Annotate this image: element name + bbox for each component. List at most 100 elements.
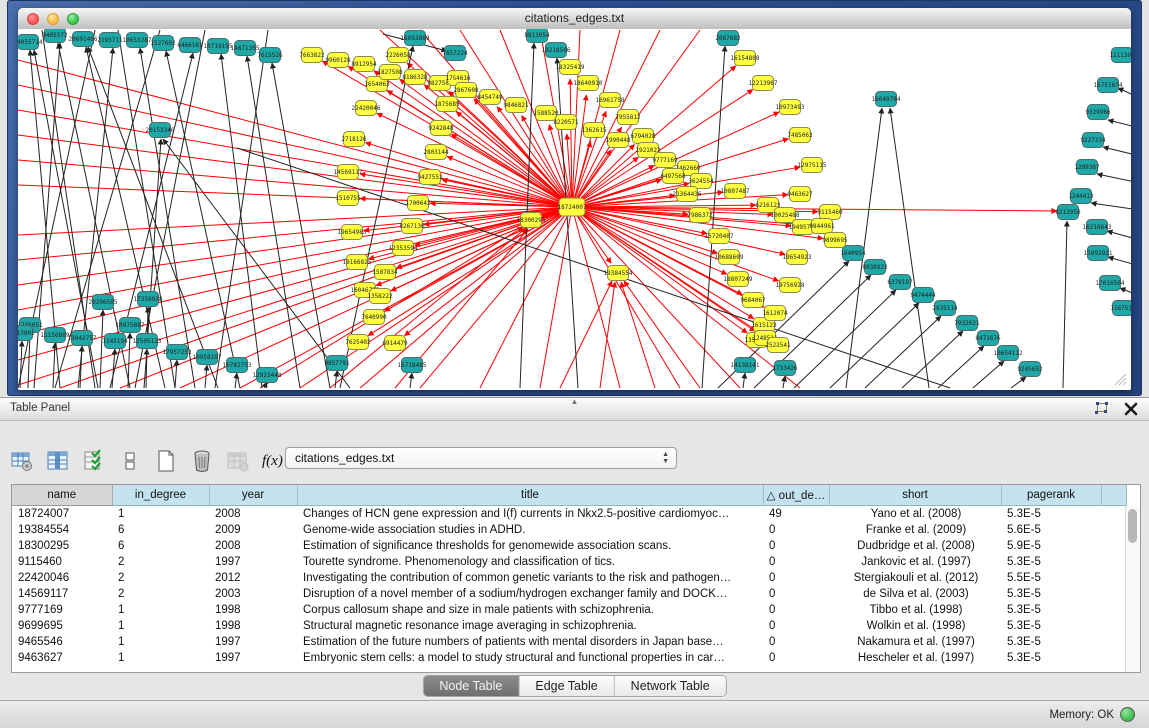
graph-node[interactable]: 8471676 — [975, 331, 1001, 346]
table-row[interactable]: 969969511998Structural magnetic resonanc… — [12, 618, 1127, 634]
column-header[interactable]: short — [829, 485, 1001, 506]
graph-node[interactable]: 18724007 — [558, 198, 587, 216]
graph-node[interactable]: 7615526 — [257, 48, 283, 63]
column-header[interactable]: in_degree — [112, 485, 209, 506]
graph-node[interactable]: 10688609 — [715, 250, 744, 265]
graph-node[interactable]: 8938923 — [862, 260, 888, 275]
graph-node[interactable]: 9474444 — [910, 288, 936, 303]
graph-node[interactable]: 16154808 — [731, 51, 760, 66]
graph-node[interactable]: 7932621 — [954, 316, 980, 331]
rows-icon[interactable] — [116, 447, 144, 475]
graph-node[interactable]: 2935114 — [932, 301, 958, 316]
graph-node[interactable]: 15718485 — [398, 358, 427, 373]
graph-node[interactable]: 16648784 — [872, 92, 901, 107]
graph-node[interactable]: 3913901 — [18, 326, 35, 341]
table-panel-header[interactable]: ▲ Table Panel — [0, 398, 1149, 421]
graph-node[interactable]: 12975115 — [798, 158, 827, 173]
graph-node[interactable]: 1612074 — [762, 306, 788, 321]
graph-node[interactable]: 12505123 — [133, 334, 162, 349]
graph-node[interactable]: 9242848 — [428, 121, 454, 136]
graph-node[interactable]: 18325419 — [556, 60, 585, 75]
graph-node[interactable]: 9960128 — [325, 53, 351, 68]
table-row[interactable]: 977716911998Corpus callosum shape and si… — [12, 602, 1127, 618]
graph-node[interactable]: 8813054 — [524, 29, 550, 43]
select-columns-icon[interactable] — [44, 447, 72, 475]
graph-node[interactable]: 7625402 — [345, 335, 371, 350]
graph-node[interactable]: 20153346 — [146, 123, 175, 138]
graph-node[interactable]: 1587834 — [372, 265, 398, 280]
table-row[interactable]: 911546021997Tourette syndrome. Phenomeno… — [12, 554, 1127, 570]
graph-node[interactable]: 15720407 — [705, 229, 734, 244]
column-header[interactable]: title — [297, 485, 763, 506]
graph-node[interactable]: 13942757 — [68, 331, 97, 346]
table-row[interactable]: 946554611997Estimation of the future num… — [12, 634, 1127, 650]
graph-node[interactable]: 9227334 — [1080, 133, 1106, 148]
column-header[interactable]: year — [209, 485, 297, 506]
network-canvas[interactable]: 1872400714055714940557220691406219371110… — [18, 29, 1131, 390]
graph-node[interactable]: 2803144 — [423, 145, 449, 160]
column-header[interactable]: △ out_de… — [763, 485, 829, 506]
table-selector-dropdown[interactable]: citations_edges.txt ▲▼ — [285, 447, 677, 469]
graph-node[interactable]: 6497568 — [660, 169, 686, 184]
graph-node[interactable]: 1244413 — [1068, 189, 1094, 204]
graph-node[interactable]: 6379197 — [887, 275, 913, 290]
graph-node[interactable]: 9405572 — [42, 29, 68, 43]
graph-node[interactable]: 1510755 — [335, 191, 361, 206]
graph-node[interactable]: 14055714 — [18, 35, 43, 50]
graph-node[interactable]: 17957253 — [163, 345, 192, 360]
graph-node[interactable]: 16210643 — [1083, 220, 1112, 235]
graph-node[interactable]: 14138141 — [731, 358, 760, 373]
graph-node[interactable]: 19756928 — [776, 278, 805, 293]
graph-node[interactable]: 1700642 — [405, 196, 431, 211]
graph-node[interactable]: 21364436 — [673, 187, 702, 202]
graph-node[interactable]: 9846821 — [503, 98, 529, 113]
column-check-icon[interactable] — [80, 447, 108, 475]
graph-node[interactable]: 10975887 — [116, 318, 145, 333]
graph-node[interactable]: 14671355 — [231, 41, 260, 56]
table-row[interactable]: 1938455462009Genome-wide association stu… — [12, 522, 1127, 538]
graph-node[interactable]: 2522541 — [765, 338, 791, 353]
graph-node[interactable]: 7663822 — [299, 48, 325, 63]
graph-node[interactable]: 9684067 — [740, 293, 766, 308]
graph-node[interactable]: 2718126 — [341, 132, 367, 147]
table-scrollbar[interactable] — [1125, 506, 1140, 672]
tab-edge-table[interactable]: Edge Table — [519, 676, 614, 696]
graph-node[interactable]: 16782753 — [223, 358, 252, 373]
graph-node[interactable]: 8267130 — [399, 219, 425, 234]
graph-node[interactable]: 7955812 — [615, 110, 641, 125]
graph-node[interactable]: 9245652 — [1017, 362, 1043, 377]
graph-node[interactable]: 17016504 — [1096, 276, 1125, 291]
graph-node[interactable]: 18300295 — [517, 213, 546, 228]
graph-node[interactable]: 1145194 — [102, 334, 128, 349]
graph-node[interactable]: 9857791 — [324, 356, 350, 371]
table-row[interactable]: 946362711997Embryonic stem cells: a mode… — [12, 650, 1127, 666]
graph-node[interactable]: 2087682 — [715, 31, 741, 46]
graph-node[interactable]: 7857224 — [442, 46, 468, 61]
graph-node[interactable]: 1527602 — [150, 36, 176, 51]
graph-node[interactable]: 7986372 — [687, 208, 713, 223]
graph-node[interactable]: 10653287 — [123, 33, 152, 48]
tab-network-table[interactable]: Network Table — [615, 676, 726, 696]
graph-node[interactable]: 19654985 — [338, 225, 367, 240]
graph-node[interactable]: 7640990 — [361, 310, 387, 325]
table-settings-icon[interactable] — [8, 447, 36, 475]
graph-node[interactable]: 19654923 — [783, 250, 812, 265]
tab-node-table[interactable]: Node Table — [423, 676, 519, 696]
graph-node[interactable]: 10958107 — [193, 350, 222, 365]
graph-node[interactable]: 2226058 — [385, 48, 411, 63]
graph-node[interactable]: 11156809 — [41, 328, 70, 343]
graph-node[interactable]: 12923448 — [253, 368, 282, 383]
graph-node[interactable]: 1209387 — [1074, 160, 1100, 175]
graph-node[interactable]: 8213958 — [1055, 205, 1081, 220]
graph-node[interactable]: 18640910 — [574, 76, 603, 91]
graph-node[interactable]: 1640954 — [840, 246, 866, 261]
graph-node[interactable]: 19384554 — [604, 266, 633, 281]
graph-node[interactable]: 17359928 — [134, 292, 163, 307]
graph-node[interactable]: 1733426 — [772, 361, 798, 376]
graph-node[interactable]: 1990448 — [605, 133, 631, 148]
graph-node[interactable]: 14569117 — [334, 165, 363, 180]
graph-node[interactable]: 10719195 — [204, 39, 233, 54]
graph-node[interactable]: 10654112 — [994, 346, 1023, 361]
graph-node[interactable]: 12353594 — [389, 241, 418, 256]
graph-node[interactable]: 1358222 — [367, 289, 393, 304]
